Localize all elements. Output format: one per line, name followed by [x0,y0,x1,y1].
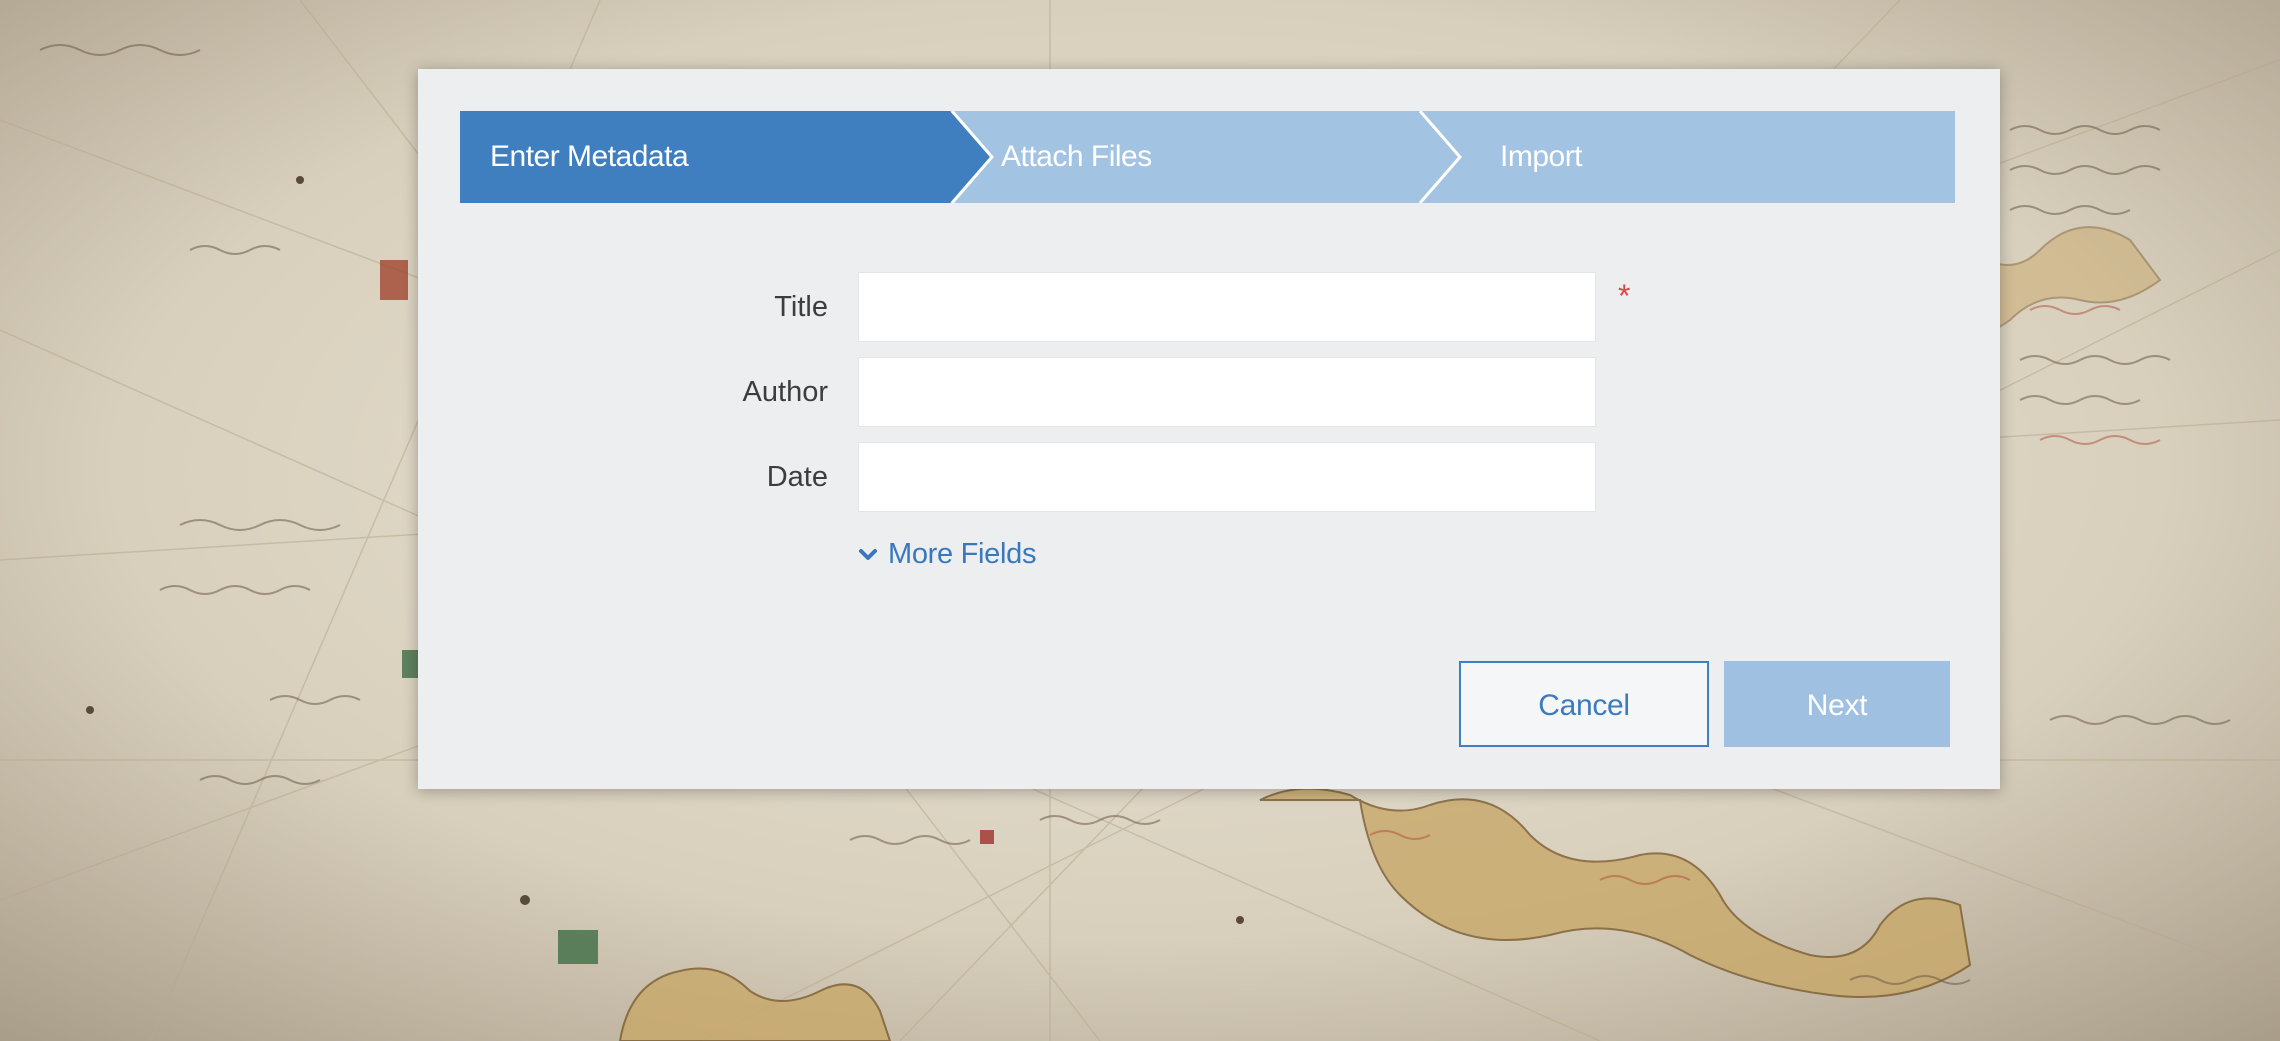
import-wizard-dialog: Enter Metadata Attach Files Import Title… [418,69,2000,789]
next-button[interactable]: Next [1724,661,1950,747]
author-row: Author [418,357,2000,427]
date-row: Date [418,442,2000,512]
chevron-down-icon [858,533,878,573]
date-input[interactable] [858,442,1596,512]
step-attach-files[interactable]: Attach Files [1001,111,1152,203]
date-label: Date [766,461,828,493]
more-fields-label: More Fields [888,538,1037,570]
more-fields-toggle[interactable]: More Fields [858,534,1036,574]
title-label: Title [774,291,828,323]
step-import[interactable]: Import [1500,111,1583,203]
step-enter-metadata[interactable]: Enter Metadata [490,111,689,203]
cancel-button[interactable]: Cancel [1459,661,1709,747]
author-input[interactable] [858,357,1596,427]
author-label: Author [742,376,828,408]
title-input[interactable] [858,272,1596,342]
wizard-stepper: Enter Metadata Attach Files Import [460,111,1955,203]
title-row: Title * [418,272,2000,342]
required-indicator: * [1618,278,1631,314]
